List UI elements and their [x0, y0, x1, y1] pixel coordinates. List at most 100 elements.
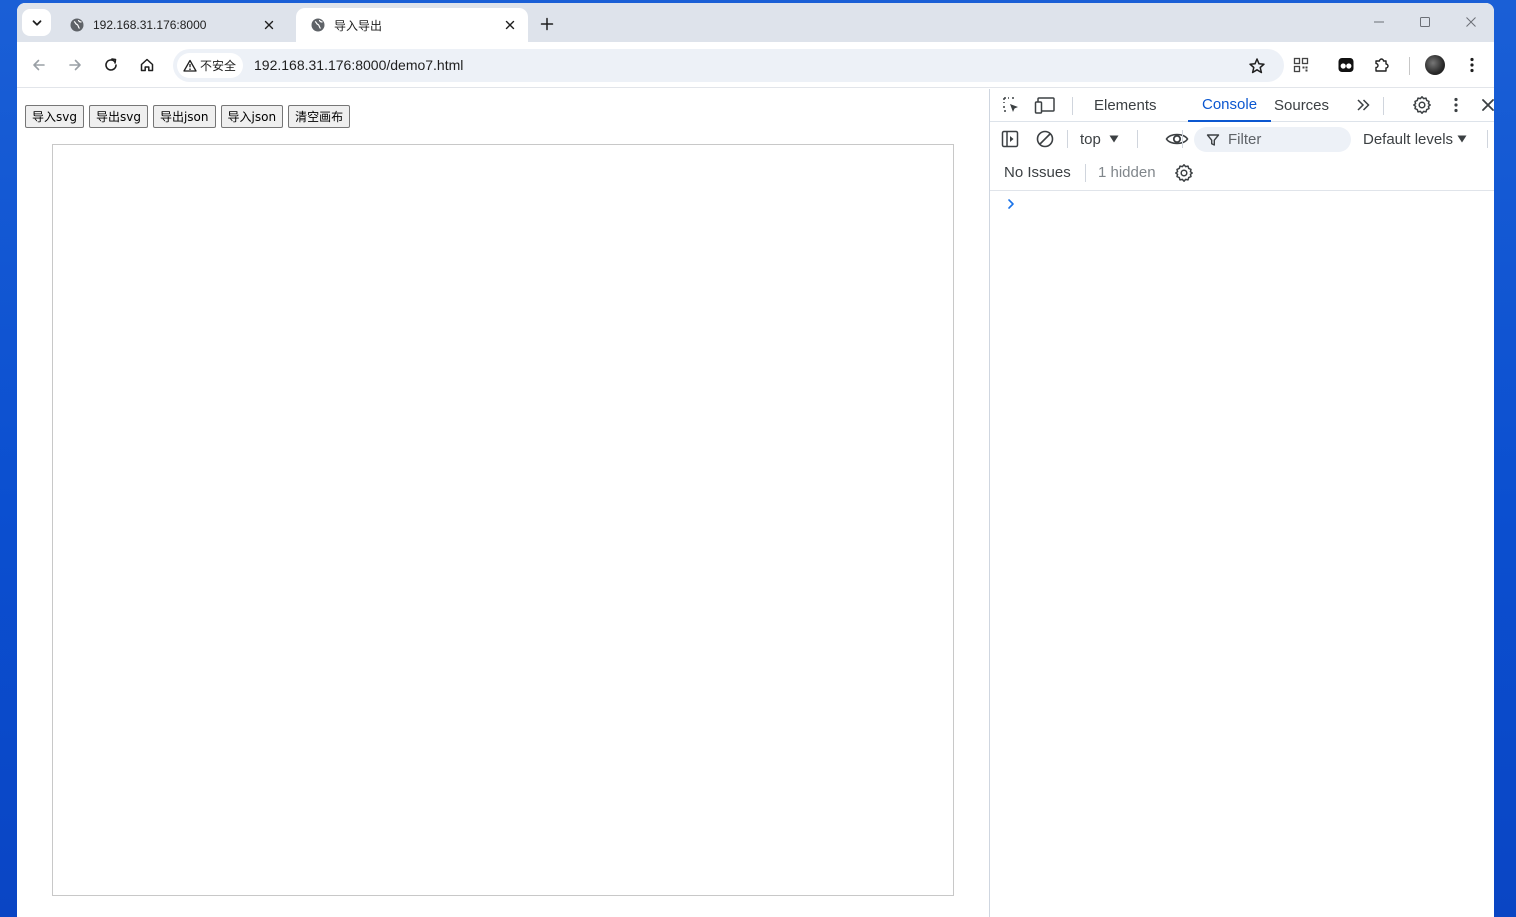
arrow-left-icon [33, 59, 45, 71]
console-filter-input[interactable]: Filter [1194, 127, 1351, 152]
levels-label: Default levels [1363, 130, 1454, 148]
export-svg-button[interactable]: 导出svg [88, 105, 148, 128]
device-icon [1034, 97, 1055, 114]
home-button[interactable] [135, 53, 159, 77]
more-tabs-button[interactable] [1351, 93, 1375, 117]
puzzle-icon [1375, 58, 1389, 72]
issues-separator [1085, 164, 1086, 182]
tab-console[interactable]: Console [1188, 89, 1272, 122]
show-sidebar-button[interactable] [998, 127, 1022, 151]
console-toolbar: top Filter Default levels [990, 122, 1494, 155]
minimize-icon [1374, 21, 1384, 23]
new-tab-button[interactable] [536, 13, 558, 35]
toolbar-separator [1067, 130, 1068, 148]
clear-canvas-button[interactable]: 清空画布 [288, 105, 351, 128]
issues-bar: No Issues 1 hidden [990, 155, 1494, 191]
minimize-button[interactable] [1367, 11, 1391, 33]
action-button-row: 导入svg 导出svg 导出json 导入json 清空画布 [25, 105, 355, 128]
filter-icon [1206, 133, 1220, 146]
page-viewport: 导入svg 导出svg 导出json 导入json 清空画布 [17, 89, 989, 917]
drawing-canvas[interactable] [52, 144, 954, 896]
extensions-button[interactable] [1371, 54, 1393, 76]
close-tab-icon[interactable] [261, 17, 277, 33]
plus-icon [540, 17, 554, 31]
console-prompt-icon[interactable] [1004, 197, 1018, 211]
star-icon [1249, 58, 1265, 74]
console-settings-button[interactable] [1172, 161, 1196, 185]
qr-code-icon [1293, 57, 1309, 73]
import-json-button[interactable]: 导入json [220, 105, 284, 128]
tab-elements[interactable]: Elements [1094, 89, 1157, 122]
issues-status[interactable]: No Issues [1004, 164, 1071, 181]
header-separator [1383, 97, 1384, 115]
devtools-panel: Elements Console Sources top Filter Defa… [989, 89, 1494, 917]
reload-button[interactable] [99, 53, 123, 77]
device-toolbar-button[interactable] [1033, 93, 1057, 117]
toolbar-divider [1409, 57, 1410, 75]
url-text[interactable]: 192.168.31.176:8000/demo7.html [254, 57, 463, 73]
extension-app-button[interactable] [1335, 54, 1357, 76]
browser-window: 192.168.31.176:8000 导入导出 不安全 192.168.31.… [17, 3, 1494, 917]
browser-toolbar: 不安全 192.168.31.176:8000/demo7.html [17, 42, 1494, 88]
import-svg-button[interactable]: 导入svg [25, 105, 84, 128]
home-icon [140, 58, 154, 72]
header-separator [1072, 97, 1073, 115]
gear-icon [1175, 164, 1193, 182]
app-extension-icon [1338, 58, 1354, 72]
tab-title: 192.168.31.176:8000 [93, 18, 207, 32]
back-button[interactable] [27, 53, 51, 77]
browser-tab-2[interactable]: 导入导出 [296, 8, 528, 42]
context-selector[interactable]: top [1080, 127, 1119, 151]
browser-menu-button[interactable] [1461, 54, 1483, 76]
triangle-down-icon [1109, 135, 1119, 143]
tab-search-button[interactable] [22, 9, 51, 36]
toolbar-separator [1182, 130, 1183, 148]
close-icon [1482, 99, 1494, 111]
devtools-settings-button[interactable] [1410, 93, 1434, 117]
gear-icon [1413, 96, 1431, 114]
devtools-menu-button[interactable] [1444, 93, 1468, 117]
chevron-double-right-icon [1357, 99, 1370, 111]
inspect-icon [1003, 97, 1018, 112]
warning-icon [183, 59, 197, 72]
reload-icon [105, 58, 117, 71]
devtools-header: Elements Console Sources [990, 89, 1494, 122]
security-chip[interactable]: 不安全 [177, 53, 243, 78]
live-expression-button[interactable] [1165, 127, 1189, 151]
tab-strip: 192.168.31.176:8000 导入导出 [17, 3, 1494, 42]
more-vertical-icon [1454, 97, 1458, 113]
clear-console-button[interactable] [1033, 127, 1057, 151]
security-label: 不安全 [200, 59, 237, 73]
toolbar-separator [1487, 130, 1488, 148]
close-window-button[interactable] [1459, 11, 1483, 33]
tab-title: 导入导出 [334, 18, 383, 33]
qr-code-button[interactable] [1290, 54, 1312, 76]
triangle-down-icon [1457, 135, 1467, 143]
address-bar[interactable]: 不安全 192.168.31.176:8000/demo7.html [173, 49, 1284, 82]
close-tab-icon[interactable] [502, 17, 518, 33]
filter-placeholder: Filter [1228, 131, 1262, 148]
inspect-element-button[interactable] [999, 93, 1023, 117]
arrow-right-icon [69, 59, 81, 71]
block-icon [1036, 130, 1054, 148]
maximize-button[interactable] [1413, 11, 1437, 33]
eye-icon [1165, 133, 1189, 145]
maximize-icon [1420, 17, 1430, 27]
chevron-down-icon [32, 19, 41, 26]
globe-icon [70, 18, 84, 32]
export-json-button[interactable]: 导出json [152, 105, 216, 128]
close-devtools-button[interactable] [1476, 93, 1494, 117]
profile-avatar[interactable] [1425, 55, 1445, 75]
more-vertical-icon [1470, 57, 1474, 73]
context-label: top [1080, 130, 1101, 148]
sidebar-icon [1001, 130, 1019, 148]
toolbar-separator [1137, 130, 1138, 148]
bookmark-star-button[interactable] [1247, 56, 1267, 76]
forward-button[interactable] [63, 53, 87, 77]
browser-tab-1[interactable]: 192.168.31.176:8000 [55, 8, 287, 42]
tab-sources[interactable]: Sources [1274, 89, 1329, 122]
hidden-count: 1 hidden [1098, 164, 1156, 181]
log-levels-dropdown[interactable]: Default levels [1363, 127, 1467, 151]
close-icon [1466, 17, 1476, 27]
globe-icon [311, 18, 325, 32]
